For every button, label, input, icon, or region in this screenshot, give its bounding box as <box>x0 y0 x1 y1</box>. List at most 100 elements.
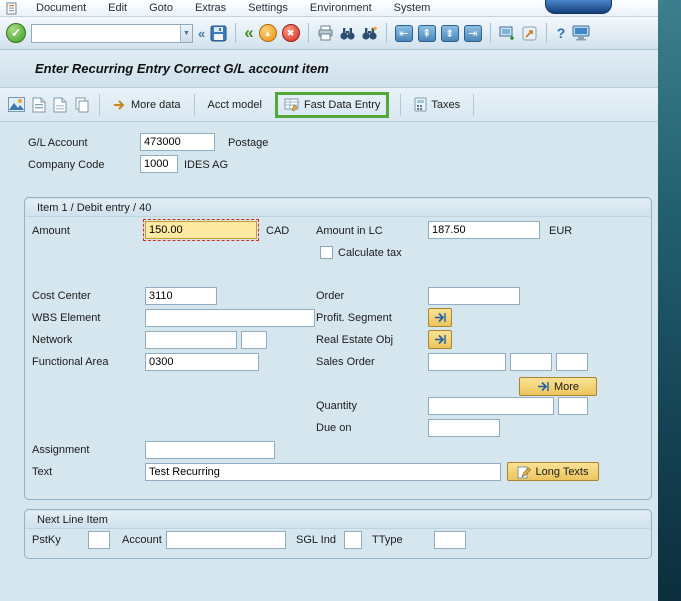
long-texts-label: Long Texts <box>535 466 588 478</box>
display-document-header-button[interactable] <box>32 97 46 113</box>
back-button[interactable]: « <box>244 25 253 41</box>
company-code-field[interactable] <box>140 155 178 173</box>
last-page-icon: ⇥ <box>468 27 477 40</box>
wbs-element-label: WBS Element <box>32 312 100 325</box>
network-activity-field[interactable] <box>241 331 267 349</box>
document-header-icon <box>32 97 46 113</box>
detail-arrow-icon <box>434 334 447 345</box>
real-estate-detail-button[interactable] <box>428 330 452 349</box>
company-code-label: Company Code <box>28 159 104 172</box>
amount-lc-currency: EUR <box>549 225 572 238</box>
due-on-field[interactable] <box>428 419 500 437</box>
sgl-ind-field[interactable] <box>344 531 362 549</box>
detail-arrow-icon <box>434 312 447 323</box>
cost-center-field[interactable] <box>145 287 217 305</box>
menu-system[interactable]: System <box>383 1 442 16</box>
application-toolbar: More data Acct model Fast Data Entry <box>0 88 658 122</box>
exit-icon: ▲ <box>264 29 272 38</box>
network-field[interactable] <box>145 331 237 349</box>
exit-button[interactable]: ▲ <box>259 24 277 42</box>
new-session-button[interactable] <box>499 25 516 42</box>
toolbar-separator <box>308 23 309 43</box>
wbs-element-field[interactable] <box>145 309 315 327</box>
acct-model-button[interactable]: Acct model <box>204 97 266 113</box>
desktop-background <box>658 0 681 601</box>
pstky-field[interactable] <box>88 531 110 549</box>
chevron-down-icon[interactable]: ▼ <box>180 25 192 42</box>
copy-button[interactable] <box>74 97 90 113</box>
fast-data-entry-label: Fast Data Entry <box>304 99 380 111</box>
sap-window: Document Edit Goto Extras Settings Envir… <box>0 0 658 601</box>
first-page-button[interactable]: ⇤ <box>395 25 413 42</box>
next-page-button[interactable]: ⇟ <box>441 25 459 42</box>
functional-area-field[interactable] <box>145 353 259 371</box>
taxes-button[interactable]: Taxes <box>410 95 464 114</box>
content-area: G/L Account Postage Company Code IDES AG… <box>0 122 658 601</box>
menu-document[interactable]: Document <box>25 1 97 16</box>
first-page-icon: ⇤ <box>399 27 408 40</box>
quantity-unit-field[interactable] <box>558 397 588 415</box>
shortcut-icon <box>521 25 538 42</box>
assignment-field[interactable] <box>145 441 275 459</box>
more-button-label: More <box>554 381 579 393</box>
print-icon <box>317 25 334 42</box>
order-label: Order <box>316 290 344 303</box>
menu-edit[interactable]: Edit <box>97 1 138 16</box>
more-data-label: More data <box>131 99 181 111</box>
title-bar: Enter Recurring Entry Correct G/L accoun… <box>0 50 658 88</box>
text-field[interactable] <box>145 463 501 481</box>
toolbar-separator <box>386 23 387 43</box>
enter-button[interactable]: ✓ <box>6 23 26 43</box>
display-document-button[interactable] <box>53 97 67 113</box>
item-group-box: Item 1 / Debit entry / 40 <box>24 197 652 500</box>
amount-lc-field[interactable] <box>428 221 540 239</box>
taxes-icon <box>414 97 427 112</box>
quantity-field[interactable] <box>428 397 554 415</box>
last-page-button[interactable]: ⇥ <box>464 25 482 42</box>
amount-label: Amount <box>32 225 70 238</box>
customize-layout-button[interactable] <box>572 25 590 41</box>
account-label: Account <box>122 534 162 547</box>
cancel-button[interactable]: ✖ <box>282 24 300 42</box>
next-page-icon: ⇟ <box>445 27 454 40</box>
cancel-icon: ✖ <box>287 28 295 39</box>
collapse-command-button[interactable]: « <box>198 26 205 41</box>
menu-extras[interactable]: Extras <box>184 1 237 16</box>
command-input[interactable] <box>32 26 180 41</box>
account-field[interactable] <box>166 531 286 549</box>
sales-order-item-field[interactable] <box>510 353 552 371</box>
find-button[interactable] <box>339 25 356 42</box>
pencil-icon <box>517 465 531 479</box>
profit-segment-detail-button[interactable] <box>428 308 452 327</box>
document-overview-button[interactable] <box>8 97 25 112</box>
amount-field[interactable] <box>145 221 257 239</box>
menu-goto[interactable]: Goto <box>138 1 184 16</box>
create-shortcut-button[interactable] <box>521 25 538 42</box>
save-icon <box>210 25 227 42</box>
menu-environment[interactable]: Environment <box>299 1 383 16</box>
sales-order-field[interactable] <box>428 353 506 371</box>
calculate-tax-checkbox[interactable] <box>320 246 333 259</box>
find-next-button[interactable] <box>361 25 378 42</box>
gl-account-field[interactable] <box>140 133 215 151</box>
ttype-field[interactable] <box>434 531 466 549</box>
help-icon: ? <box>555 25 568 41</box>
previous-page-button[interactable]: ⇞ <box>418 25 436 42</box>
assignment-label: Assignment <box>32 444 89 457</box>
long-texts-button[interactable]: Long Texts <box>507 462 599 481</box>
acct-model-label: Acct model <box>208 99 262 111</box>
more-button[interactable]: More <box>519 377 597 396</box>
gl-account-label: G/L Account <box>28 137 88 150</box>
calculate-tax-label: Calculate tax <box>338 247 402 260</box>
fast-data-entry-button[interactable]: Fast Data Entry <box>284 98 380 112</box>
save-button[interactable] <box>210 25 227 42</box>
help-button[interactable]: ? <box>555 25 568 41</box>
print-button[interactable] <box>317 25 334 42</box>
sales-order-schedule-field[interactable] <box>556 353 588 371</box>
more-data-button[interactable]: More data <box>109 97 185 113</box>
new-session-icon <box>499 25 516 42</box>
sap-logo <box>545 0 612 14</box>
command-field[interactable]: ▼ <box>31 24 193 43</box>
order-field[interactable] <box>428 287 520 305</box>
menu-settings[interactable]: Settings <box>237 1 299 16</box>
